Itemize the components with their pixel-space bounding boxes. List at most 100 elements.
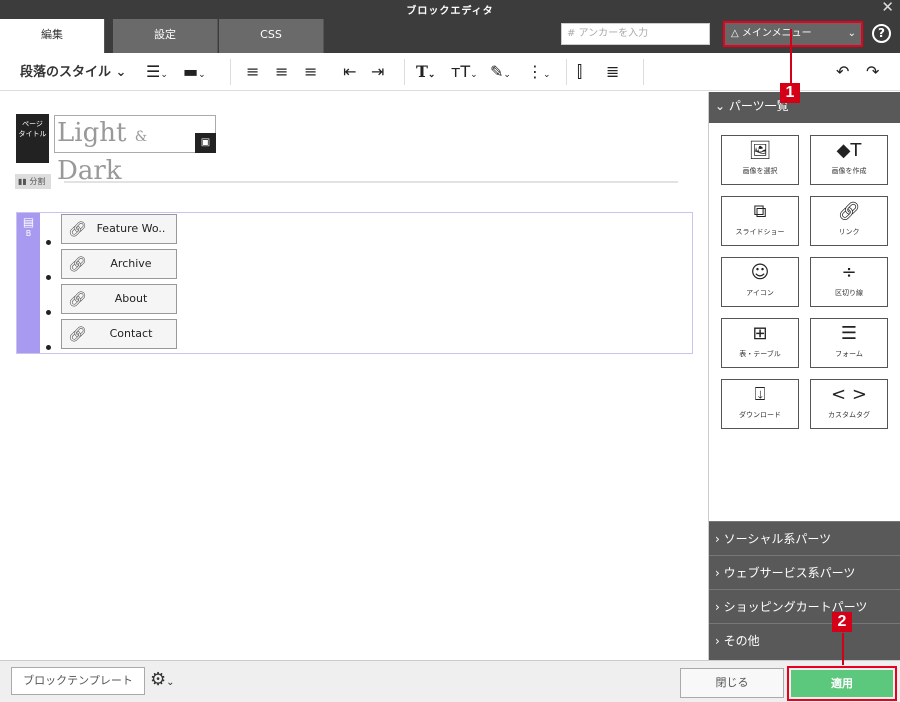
- part-label: 表・テーブル: [739, 350, 781, 358]
- bullet-list-icon[interactable]: ☰⌄: [146, 53, 168, 91]
- window-title: ブロックエディタ: [406, 6, 494, 17]
- part-label: リンク: [838, 228, 860, 236]
- align-left-icon[interactable]: ≡: [246, 53, 259, 91]
- part-create-image[interactable]: ◆T 画像を作成: [810, 135, 888, 185]
- tab-settings[interactable]: 設定: [113, 19, 218, 53]
- paragraph-style-select[interactable]: 段落のスタイル ⌄: [20, 53, 126, 93]
- main-menu-select[interactable]: △ メインメニュー ⌄: [723, 21, 863, 47]
- chevron-down-icon: ⌄: [715, 99, 729, 113]
- redo-icon[interactable]: ↷: [866, 53, 879, 91]
- category-label: その他: [723, 634, 760, 648]
- align-center-icon[interactable]: ≡: [275, 53, 288, 91]
- list-block-handle[interactable]: ▤ B: [17, 213, 40, 353]
- font-size-icon[interactable]: ᴛT⌄: [451, 53, 478, 91]
- outdent-icon[interactable]: ⇤: [343, 53, 356, 91]
- align-right-icon[interactable]: ≡: [304, 53, 317, 91]
- image-icon: 🖼︎: [748, 140, 772, 161]
- list-bullet: [46, 275, 51, 280]
- callout-2: 2: [832, 612, 852, 632]
- toolbar-divider: [643, 59, 644, 85]
- divider-label: 分割: [29, 177, 46, 186]
- part-table[interactable]: ⊞ 表・テーブル: [721, 318, 799, 368]
- link-icon: 🔗︎: [68, 325, 88, 343]
- block-template-button[interactable]: ブロックテンプレート: [11, 667, 145, 695]
- category-label: ウェブサービス系パーツ: [723, 566, 856, 580]
- vertical-align-icon[interactable]: ⫿: [577, 53, 582, 91]
- divider-icon: ÷: [841, 262, 857, 283]
- link-label: Contact: [109, 327, 153, 340]
- part-link[interactable]: 🔗︎ リンク: [810, 196, 888, 246]
- link-button-archive[interactable]: 🔗︎ Archive: [61, 249, 177, 279]
- category-webservice-parts[interactable]: › ウェブサービス系パーツ: [709, 555, 900, 589]
- part-label: アイコン: [746, 289, 774, 297]
- tab-bar: 編集 設定 CSS # アンカーを入力 △ メインメニュー ⌄ ?: [0, 17, 900, 53]
- font-icon[interactable]: T⌄: [416, 53, 435, 91]
- spacing-icon[interactable]: ⋮⌄: [527, 53, 551, 91]
- chevron-down-icon: ⌄: [847, 28, 856, 39]
- link-button-feature-works[interactable]: 🔗︎ Feature Wo..: [61, 214, 177, 244]
- table-icon: ⊞: [752, 323, 768, 344]
- help-icon[interactable]: ?: [872, 24, 891, 43]
- parts-panel: ⌄ パーツ一覧 🖼︎ 画像を選択 ◆T 画像を作成 ⧉ スライドショー 🔗︎ リ…: [708, 92, 900, 660]
- link-icon: 🔗︎: [837, 201, 861, 222]
- category-shopping-cart-parts[interactable]: › ショッピングカートパーツ: [709, 589, 900, 623]
- logo-image[interactable]: Light & Dark: [54, 115, 216, 186]
- gear-icon[interactable]: ⚙⌄: [150, 669, 175, 690]
- apply-highlight: 適用: [787, 666, 897, 701]
- category-other[interactable]: › その他: [709, 623, 900, 660]
- footer-bar: ブロックテンプレート ⚙⌄ 閉じる 適用: [0, 660, 900, 702]
- tab-edit[interactable]: 編集: [0, 19, 105, 53]
- clear-format-icon[interactable]: ≣: [606, 53, 619, 91]
- form-icon: ☰: [840, 323, 858, 344]
- color-picker-icon[interactable]: ✎⌄: [490, 53, 511, 91]
- part-select-image[interactable]: 🖼︎ 画像を選択: [721, 135, 799, 185]
- divider-tag[interactable]: ▮▮ 分割: [15, 174, 52, 189]
- line-style-icon[interactable]: ▬⌄: [183, 53, 206, 91]
- part-custom-tag[interactable]: < > カスタムタグ: [810, 379, 888, 429]
- anchor-input[interactable]: # アンカーを入力: [561, 23, 710, 45]
- format-toolbar: 段落のスタイル ⌄ ☰⌄ ▬⌄ ≡ ≡ ≡ ⇤ ⇥ T⌄ ᴛT⌄ ✎⌄ ⋮⌄ ⫿…: [0, 53, 900, 91]
- link-button-about[interactable]: 🔗︎ About: [61, 284, 177, 314]
- title-bar: ブロックエディタ ✕: [0, 0, 900, 17]
- list-bullet: [46, 345, 51, 350]
- callout-line-2: [842, 633, 844, 665]
- list-block-icon: ▤: [22, 215, 35, 229]
- smiley-icon: ☺: [750, 262, 770, 283]
- list-bullet: [46, 240, 51, 245]
- download-icon: ⍗: [754, 384, 766, 405]
- link-label: Archive: [110, 257, 152, 270]
- toolbar-divider: [230, 59, 231, 85]
- part-label: カスタムタグ: [828, 411, 870, 419]
- part-label: 画像を選択: [742, 167, 778, 175]
- toolbar-divider: [566, 59, 567, 85]
- block-editor-window: ブロックエディタ ✕ 編集 設定 CSS # アンカーを入力 △ メインメニュー…: [0, 0, 900, 702]
- chevron-right-icon: ›: [715, 634, 724, 648]
- part-label: 区切り線: [835, 289, 863, 297]
- part-icon[interactable]: ☺ アイコン: [721, 257, 799, 307]
- logo-text-light: Light: [57, 118, 127, 148]
- part-divider[interactable]: ÷ 区切り線: [810, 257, 888, 307]
- close-icon[interactable]: ✕: [881, 0, 894, 16]
- part-label: スライドショー: [735, 228, 785, 236]
- page-title-badge-label: ページ タイトル: [18, 120, 47, 138]
- undo-icon[interactable]: ↶: [836, 53, 849, 91]
- logo-text-amp: &: [134, 129, 148, 145]
- toolbar-divider: [404, 59, 405, 85]
- part-label: ダウンロード: [739, 411, 781, 419]
- list-bullet: [46, 310, 51, 315]
- parts-panel-header[interactable]: ⌄ パーツ一覧: [709, 92, 900, 123]
- tab-css[interactable]: CSS: [219, 19, 324, 53]
- close-button[interactable]: 閉じる: [680, 668, 784, 698]
- indent-icon[interactable]: ⇥: [371, 53, 384, 91]
- slideshow-icon: ⧉: [753, 201, 767, 222]
- part-label: 画像を作成: [831, 167, 867, 175]
- chevron-right-icon: ›: [715, 532, 724, 546]
- link-label: Feature Wo..: [96, 222, 166, 235]
- link-button-contact[interactable]: 🔗︎ Contact: [61, 319, 177, 349]
- category-social-parts[interactable]: › ソーシャル系パーツ: [709, 521, 900, 555]
- part-form[interactable]: ☰ フォーム: [810, 318, 888, 368]
- apply-button[interactable]: 適用: [791, 670, 893, 697]
- part-slideshow[interactable]: ⧉ スライドショー: [721, 196, 799, 246]
- image-edit-icon[interactable]: ▣: [195, 133, 216, 153]
- part-download[interactable]: ⍗ ダウンロード: [721, 379, 799, 429]
